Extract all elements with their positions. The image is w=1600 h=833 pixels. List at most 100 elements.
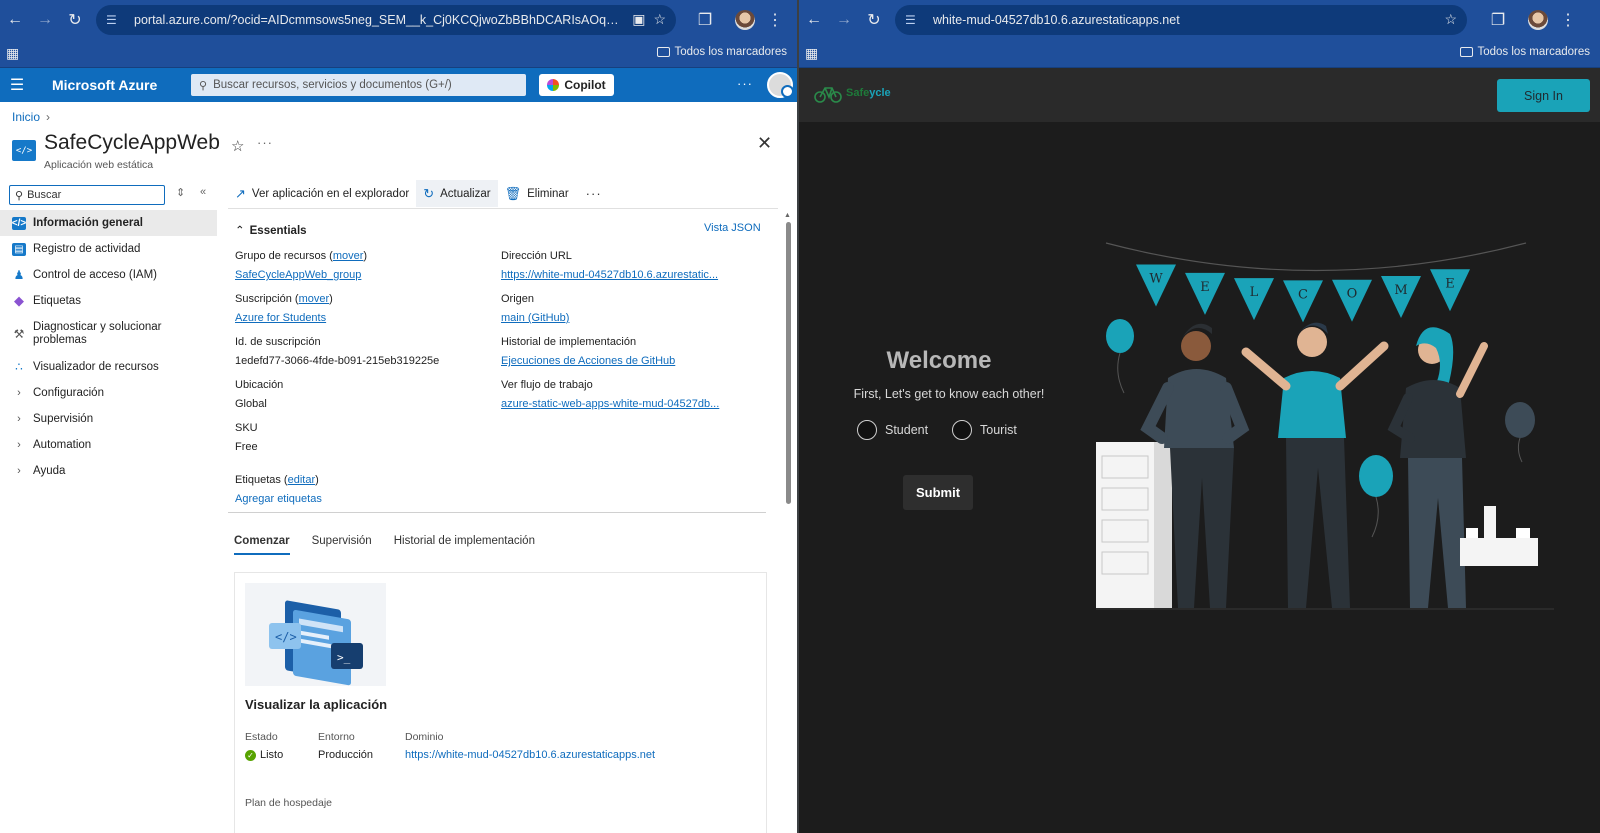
move-rg-link[interactable]: mover <box>333 250 364 262</box>
sidebar-search-input[interactable]: ⚲ Buscar <box>9 185 165 205</box>
tourist-radio[interactable] <box>952 420 972 440</box>
apps-grid-icon[interactable]: ▦ <box>6 45 19 62</box>
environment-label: Entorno <box>318 731 355 743</box>
add-tags-link[interactable]: Agregar etiquetas <box>235 493 322 505</box>
reload-button[interactable]: ↻ <box>60 5 90 35</box>
option-student[interactable]: Student <box>857 420 928 440</box>
back-button[interactable]: ← <box>0 5 30 35</box>
sidebar-item-diagnose[interactable]: ⚒ Diagnosticar y solucionar problemas <box>0 314 217 354</box>
copilot-button[interactable]: Copilot <box>539 74 614 96</box>
portal-menu-icon[interactable]: ☰ <box>2 75 32 95</box>
workflow-link[interactable]: azure-static-web-apps-white-mud-04527db.… <box>501 395 726 419</box>
sidebar-item-configuration[interactable]: › Configuración <box>0 380 217 406</box>
sign-in-button[interactable]: Sign In <box>1497 79 1590 112</box>
tag-icon: ◆ <box>14 293 24 308</box>
card-title: Visualizar la aplicación <box>245 697 388 712</box>
resource-group-link[interactable]: SafeCycleAppWeb_group <box>235 266 475 290</box>
student-radio[interactable] <box>857 420 877 440</box>
sidebar-item-tags[interactable]: ◆ Etiquetas <box>0 288 217 314</box>
github-actions-link[interactable]: Ejecuciones de Acciones de GitHub <box>501 352 726 376</box>
json-view-link[interactable]: Vista JSON <box>704 222 761 234</box>
folder-icon <box>1459 47 1473 57</box>
more-options-icon[interactable]: ··· <box>737 76 753 91</box>
environment-value: Producción <box>318 749 374 761</box>
browse-button[interactable]: ↗ Ver aplicación en el explorador <box>228 180 416 207</box>
source-link[interactable]: main (GitHub) <box>501 309 726 333</box>
breadcrumb-home[interactable]: Inicio <box>12 110 40 124</box>
search-icon: ⚲ <box>199 79 208 92</box>
welcome-subtitle: First, Let's get to know each other! <box>853 387 1045 401</box>
sidebar-item-monitoring[interactable]: › Supervisión <box>0 406 217 432</box>
bunting-letter: L <box>1250 285 1259 300</box>
essentials-title: Essentials <box>249 225 307 237</box>
subscription-link[interactable]: Azure for Students <box>235 309 475 333</box>
edit-tags-link[interactable]: editar <box>288 474 316 486</box>
close-icon[interactable]: ✕ <box>757 133 772 154</box>
browser-menu-icon[interactable]: ⋮ <box>760 5 790 35</box>
status-value: Listo <box>260 749 284 761</box>
option-tourist[interactable]: Tourist <box>952 420 1017 440</box>
domain-link[interactable]: https://white-mud-04527db10.6.azurestati… <box>405 749 655 761</box>
delete-button[interactable]: 🗑 Eliminar <box>498 180 576 207</box>
command-divider <box>228 208 778 209</box>
address-bar[interactable]: ☰ portal.azure.com/?ocid=AIDcmmsows5neg_… <box>96 4 676 35</box>
favorite-star-icon[interactable]: ☆ <box>231 137 244 155</box>
tab-monitoring[interactable]: Supervisión <box>312 535 372 555</box>
chevron-right-icon: › <box>17 439 21 451</box>
submit-button[interactable]: Submit <box>903 475 973 510</box>
tags-label: Etiquetas <box>235 474 281 486</box>
resource-visualizer-icon: ∴ <box>15 360 23 374</box>
sidebar-item-overview[interactable]: </> Información general <box>0 210 217 236</box>
scrollbar-thumb[interactable] <box>786 222 791 504</box>
sidebar-item-iam[interactable]: ♟ Control de acceso (IAM) <box>0 262 217 288</box>
sidebar-item-automation[interactable]: › Automation <box>0 432 217 458</box>
all-bookmarks-folder[interactable]: Todos los marcadores <box>656 46 787 58</box>
bunting-letter: O <box>1347 287 1358 302</box>
sidebar-item-help[interactable]: › Ayuda <box>0 458 217 484</box>
refresh-label: Actualizar <box>440 187 491 200</box>
address-bar[interactable]: ☰ white-mud-04527db10.6.azurestaticapps.… <box>895 4 1467 35</box>
site-info-icon[interactable]: ☰ <box>905 13 925 27</box>
extensions-icon[interactable]: ❐ <box>690 5 720 35</box>
azure-brand[interactable]: Microsoft Azure <box>52 77 192 93</box>
tab-get-started[interactable]: Comenzar <box>234 535 290 555</box>
safecycle-logo[interactable]: Safeycle <box>814 82 891 104</box>
profile-button[interactable] <box>1523 5 1553 35</box>
back-button[interactable]: ← <box>799 5 829 35</box>
extensions-icon[interactable]: ❐ <box>1483 5 1513 35</box>
chevron-right-icon: › <box>17 413 21 425</box>
subscription-id-label: Id. de suscripción <box>235 336 321 348</box>
bookmark-star-icon[interactable]: ☆ <box>653 11 666 28</box>
expand-collapse-icon[interactable]: ⇕ <box>176 186 185 199</box>
global-search-input[interactable]: ⚲ Buscar recursos, servicios y documento… <box>191 74 526 96</box>
essentials-toggle[interactable]: ⌃ Essentials <box>235 223 307 237</box>
forward-button[interactable]: → <box>30 5 60 35</box>
address-url: white-mud-04527db10.6.azurestaticapps.ne… <box>933 12 1180 27</box>
essentials-right-column: Dirección URL https://white-mud-04527db1… <box>501 247 726 419</box>
account-avatar[interactable] <box>767 72 794 98</box>
scroll-up-icon[interactable]: ▲ <box>784 212 791 219</box>
install-icon[interactable]: ▣ <box>632 11 645 28</box>
collapse-sidebar-icon[interactable]: « <box>200 186 206 198</box>
move-subscription-link[interactable]: mover <box>299 293 330 305</box>
reload-button[interactable]: ↻ <box>859 5 889 35</box>
command-more-icon[interactable]: ··· <box>576 186 612 201</box>
url-label: Dirección URL <box>501 250 572 262</box>
forward-button[interactable]: → <box>829 5 859 35</box>
sidebar-item-activity-log[interactable]: ▤ Registro de actividad <box>0 236 217 262</box>
iam-icon: ♟ <box>13 268 25 282</box>
global-search-placeholder: Buscar recursos, servicios y documentos … <box>213 79 452 91</box>
bunting-letter: M <box>1394 283 1407 298</box>
app-url-link[interactable]: https://white-mud-04527db10.6.azurestati… <box>501 266 726 290</box>
site-info-icon[interactable]: ☰ <box>106 13 126 27</box>
all-bookmarks-folder[interactable]: Todos los marcadores <box>1459 46 1590 58</box>
tab-deployment-history[interactable]: Historial de implementación <box>394 535 535 555</box>
sidebar-item-resource-visualizer[interactable]: ∴ Visualizador de recursos <box>0 354 217 380</box>
chevron-right-icon: › <box>17 465 21 477</box>
profile-button[interactable] <box>730 5 760 35</box>
resource-more-icon[interactable]: ··· <box>257 135 273 150</box>
refresh-button[interactable]: ↻ Actualizar <box>416 180 498 207</box>
bookmark-star-icon[interactable]: ☆ <box>1444 11 1457 28</box>
apps-grid-icon[interactable]: ▦ <box>805 45 818 62</box>
browser-menu-icon[interactable]: ⋮ <box>1553 5 1583 35</box>
